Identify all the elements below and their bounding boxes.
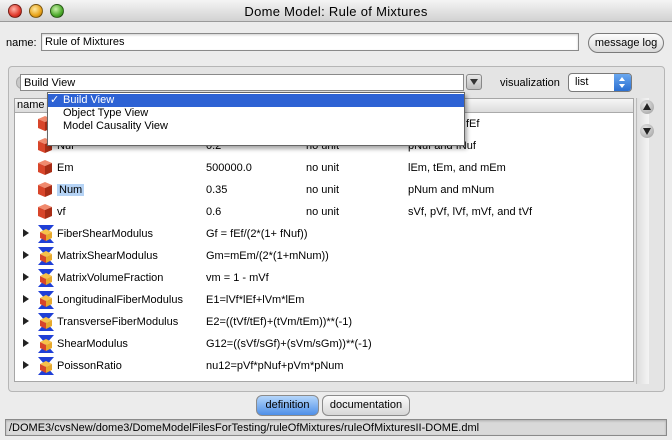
relation-row[interactable]: PoissonRatio nu12=pVf*pNuf+pVm*pNum [15,355,633,377]
row-description: fEf [466,118,480,130]
name-input[interactable]: Rule of Mixtures [41,33,579,51]
relation-name: MatrixShearModulus [57,250,158,262]
expand-triangle-icon[interactable] [23,317,29,325]
relation-icon [38,247,54,265]
menu-item-model-causality-view[interactable]: Model Causality View [48,120,464,133]
relation-row[interactable]: ShearModulus G12=((sVf/sGf)+(sVm/sGm))**… [15,333,633,355]
menu-item-label: Object Type View [63,107,149,119]
relation-icon [38,291,54,309]
row-unit: no unit [306,162,340,174]
relation-equation: Gm=mEm/(2*(1+mNum)) [206,250,329,262]
relation-name: ShearModulus [57,338,128,350]
visualization-label: visualization [500,77,560,89]
visualization-select[interactable]: list [568,73,632,92]
menu-item-build-view[interactable]: ✓ Build View [48,94,464,107]
message-log-button[interactable]: message log [588,33,664,53]
parameter-cube-icon [38,182,52,197]
table-row[interactable]: Em 500000.0 no unit lEm, tEm, and mEm [15,157,633,179]
relation-icon [38,225,54,243]
parameter-cube-icon [38,204,52,219]
relation-equation: nu12=pVf*pNuf+pVm*pNum [206,360,344,372]
relation-icon [38,335,54,353]
relation-row[interactable]: MatrixShearModulus Gm=mEm/(2*(1+mNum)) [15,245,633,267]
relation-row[interactable]: LongitudinalFiberModulus E1=lVf*lEf+lVm*… [15,289,633,311]
menu-item-object-type-view[interactable]: Object Type View [48,107,464,120]
menu-item-label: Build View [63,94,115,106]
expand-triangle-icon[interactable] [23,295,29,303]
visualization-value: list [575,76,589,88]
table-row[interactable]: vf 0.6 no unit sVf, pVf, lVf, mVf, and t… [15,201,633,223]
row-name: vf [57,206,66,218]
window-title: Dome Model: Rule of Mixtures [244,4,428,19]
expand-triangle-icon[interactable] [23,273,29,281]
relation-name: PoissonRatio [57,360,122,372]
relation-row[interactable]: MatrixVolumeFraction vm = 1 - mVf [15,267,633,289]
parameter-cube-icon [38,160,52,175]
relation-equation: E1=lVf*lEf+lVm*lEm [206,294,305,306]
row-description: lEm, tEm, and mEm [408,162,506,174]
row-description: pNum and mNum [408,184,495,196]
row-description: sVf, pVf, lVf, mVf, and tVf [408,206,533,218]
view-dropdown-menu: ✓ Build View Object Type View Model Caus… [47,92,465,146]
relation-row[interactable]: FiberShearModulus Gf = fEf/(2*(1+ fNuf)) [15,223,633,245]
vertical-scrollbar[interactable] [636,98,649,384]
expand-triangle-icon[interactable] [23,361,29,369]
window-titlebar: Dome Model: Rule of Mixtures [0,0,672,22]
row-unit: no unit [306,184,340,196]
name-label: name: [6,37,37,49]
tab-definition[interactable]: definition [256,395,319,416]
relation-equation: G12=((sVf/sGf)+(sVm/sGm))**(-1) [206,338,372,350]
expand-triangle-icon[interactable] [23,339,29,347]
expand-triangle-icon[interactable] [23,251,29,259]
scroll-down-arrow-icon[interactable] [640,124,654,138]
row-name: Em [57,162,74,174]
tab-documentation[interactable]: documentation [322,395,410,416]
view-menu-arrow-icon[interactable] [466,74,482,90]
relation-icon [38,313,54,331]
table-row[interactable]: Num 0.35 no unit pNum and mNum [15,179,633,201]
file-path-status: /DOME3/cvsNew/dome3/DomeModelFilesForTes… [5,419,667,436]
checkmark-icon: ✓ [50,94,60,106]
relation-row[interactable]: TransverseFiberModulus E2=((tVf/tEf)+(tV… [15,311,633,333]
relation-equation: vm = 1 - mVf [206,272,269,284]
relation-name: TransverseFiberModulus [57,316,179,328]
relation-name: FiberShearModulus [57,228,153,240]
menu-item-label: Model Causality View [63,120,168,132]
relation-equation: Gf = fEf/(2*(1+ fNuf)) [206,228,308,240]
row-value[interactable]: 0.6 [206,206,221,218]
row-value[interactable]: 500000.0 [206,162,252,174]
relation-name: LongitudinalFiberModulus [57,294,183,306]
relation-icon [38,269,54,287]
expand-triangle-icon[interactable] [23,229,29,237]
relation-equation: E2=((tVf/tEf)+(tVm/tEm))**(-1) [206,316,353,328]
relation-icon [38,357,54,375]
view-select[interactable]: Build View [20,74,464,91]
scroll-up-arrow-icon[interactable] [640,100,654,114]
row-value[interactable]: 0.35 [206,184,227,196]
relation-name: MatrixVolumeFraction [57,272,164,284]
row-unit: no unit [306,206,340,218]
popup-arrows-icon [614,74,631,91]
row-name-selected: Num [57,184,85,196]
